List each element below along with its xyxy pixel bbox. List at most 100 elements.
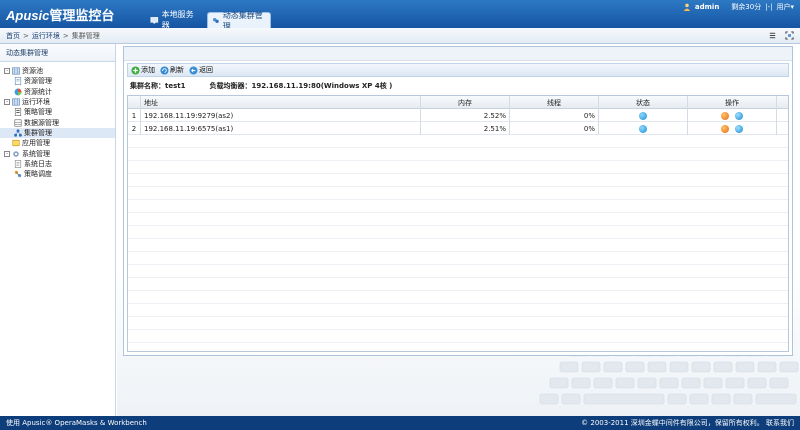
add-button[interactable]: 添加 [131,65,155,75]
collapse-toggle[interactable]: - [4,68,10,75]
sidebar-item-label: 策略管理 [24,108,52,117]
back-button[interactable]: 返回 [189,65,213,75]
schedule-icon [14,170,22,178]
row-status [599,109,688,122]
tab-dynamic-cluster[interactable]: 动态集群管理 [207,11,271,31]
stop-icon[interactable] [721,111,729,120]
sidebar-item-label: 运行环境 [22,98,50,107]
user-menu-button[interactable]: 用户▾ [776,2,794,12]
refresh-icon [160,65,169,75]
footer: 使用 Apusic® OperaMasks & Workbench © 2003… [0,416,800,430]
sidebar-item-label: 资源管理 [24,77,52,86]
col-header-index [128,96,141,109]
server-grid: 地址 内存 线程 状态 操作 1 192.168.11.19:9279(as2)… [127,95,789,352]
main-content: 添加 刷新 返回 集群名称：test1 负载均衡器：192.168.11.19:… [117,44,800,416]
sidebar-item-resource-pool[interactable]: - 资源池 [0,66,115,76]
cluster-name-label: 集群名称： [130,82,165,90]
monitor-icon [150,16,159,24]
cluster-info: 集群名称：test1 负载均衡器：192.168.11.19:80(Window… [130,81,392,91]
load-balancer-value: 192.168.11.19:80(Windows XP 4核 ) [251,82,393,90]
row-address: 192.168.11.19:6575(as1) [141,122,421,135]
nav-tree: - 资源池 资源管理 资源统计 - 运行环境 策略管理 数据源管理 集群管理 应… [0,62,115,179]
cluster-name-field: 集群名称：test1 [130,81,185,91]
col-header-actions[interactable]: 操作 [688,96,777,109]
row-filler [777,109,788,122]
sidebar-item-system-log[interactable]: 系统日志 [0,159,115,169]
breadcrumb-home[interactable]: 首页 [6,31,20,41]
row-actions [688,109,777,122]
footer-powered-by: 使用 Apusic® OperaMasks & Workbench [6,419,147,427]
pie-chart-icon [14,88,22,96]
load-balancer-label: 负载均衡器： [209,82,252,90]
col-header-memory[interactable]: 内存 [421,96,510,109]
sidebar-item-app-management[interactable]: 应用管理 [0,138,115,148]
start-icon[interactable] [735,111,743,120]
username: admin [694,3,720,11]
back-icon [189,65,198,75]
sidebar-item-label: 数据源管理 [24,118,59,127]
sidebar-item-system-management[interactable]: - 系统管理 [0,148,115,158]
sidebar-item-label: 资源池 [22,67,43,76]
load-balancer-field: 负载均衡器：192.168.11.19:80(Windows XP 4核 ) [209,81,392,91]
table-row[interactable]: 1 192.168.11.19:9279(as2) 2.52% 0% [128,109,788,122]
log-icon [14,159,22,168]
logo-brand: Apusic [6,8,50,23]
policy-icon [14,108,22,117]
cluster-tree-icon [14,129,22,137]
toolbar: 添加 刷新 返回 [127,63,789,77]
refresh-button-label: 刷新 [170,66,184,74]
fullscreen-icon[interactable] [785,31,794,40]
collapse-toggle[interactable]: - [4,99,10,106]
user-icon [683,3,691,11]
collapse-toggle[interactable]: - [4,150,10,157]
top-header: Apusic管理监控台 本地服务器 动态集群管理 admin 剩余30分 |-|… [0,0,800,31]
sidebar-item-label: 应用管理 [22,139,50,148]
sidebar-item-label: 集群管理 [24,128,52,137]
col-header-threads[interactable]: 线程 [510,96,599,109]
add-button-label: 添加 [141,66,155,74]
row-threads: 0% [510,122,599,135]
col-header-status[interactable]: 状态 [599,96,688,109]
row-memory: 2.51% [421,122,510,135]
panel-header [124,47,792,61]
list-icon[interactable] [768,31,777,40]
sidebar-item-runtime[interactable]: - 运行环境 [0,97,115,107]
row-index: 1 [128,109,141,122]
sidebar-item-policy-schedule[interactable]: 策略调度 [0,169,115,179]
sidebar-item-label: 系统日志 [24,159,52,168]
footer-copyright: © 2003-2011 深圳金蝶中间件有限公司，保留所有权利。 联系我们 [581,419,794,427]
row-filler [777,122,788,135]
document-icon [14,77,22,86]
user-area: admin 剩余30分 |-| 用户▾ [683,0,800,14]
start-icon[interactable] [735,124,743,133]
row-memory: 2.52% [421,109,510,122]
cluster-name-value: test1 [165,82,186,90]
session-timeout: 剩余30分 [731,3,762,11]
stop-icon[interactable] [721,124,729,133]
folder-grid-icon [12,67,20,75]
breadcrumb-current: 集群管理 [71,31,100,40]
header-separator: |-| [765,3,773,11]
status-running-icon [639,124,647,133]
breadcrumb-env[interactable]: 运行环境 [32,31,60,41]
sidebar-item-resource-management[interactable]: 资源管理 [0,76,115,86]
sidebar-item-datasource-management[interactable]: 数据源管理 [0,117,115,127]
table-row[interactable]: 2 192.168.11.19:6575(as1) 2.51% 0% [128,122,788,135]
back-button-label: 返回 [199,66,213,74]
row-actions [688,122,777,135]
logo-title: 管理监控台 [49,8,115,23]
row-threads: 0% [510,109,599,122]
breadcrumb: 首页 > 运行环境 > 集群管理 [0,28,800,44]
sidebar-item-policy-management[interactable]: 策略管理 [0,107,115,117]
sidebar-item-cluster-management[interactable]: 集群管理 [0,127,115,139]
app-logo: Apusic管理监控台 [6,5,114,24]
status-running-icon [639,111,647,120]
add-icon [131,65,140,75]
col-header-address[interactable]: 地址 [141,96,421,109]
refresh-button[interactable]: 刷新 [160,65,184,75]
sidebar-item-resource-statistics[interactable]: 资源统计 [0,87,115,97]
tab-local-server[interactable]: 本地服务器 [146,10,206,30]
folder-grid-icon [12,98,20,106]
row-address: 192.168.11.19:9279(as2) [141,109,421,122]
sidebar-item-label: 策略调度 [24,170,52,179]
